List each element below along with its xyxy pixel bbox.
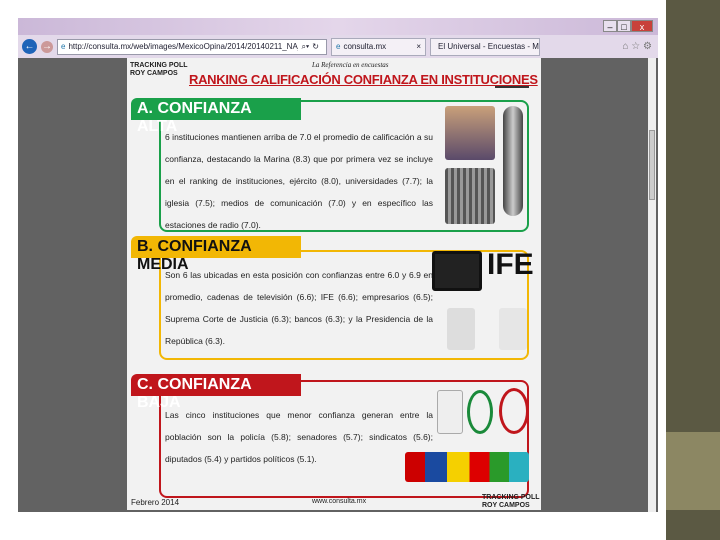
tab-label: consulta.mx — [343, 42, 387, 51]
tab-label: El Universal - Encuestas - México — [438, 42, 539, 51]
refresh-icon[interactable]: ↻ — [312, 42, 319, 51]
ie-icon: e — [61, 42, 66, 51]
home-star-gear-icons[interactable]: ⌂ ☆ ⚙ — [622, 41, 652, 52]
close-tab-icon[interactable]: × — [416, 42, 421, 51]
brand-logo: TRACKING POLL ROY CAMPOS — [130, 62, 188, 77]
footer-brand-logo: TRACKING POLL ROY CAMPOS — [482, 494, 540, 509]
chamber-logo — [499, 388, 529, 434]
scrollbar[interactable] — [648, 58, 656, 512]
browser-window: – □ x ← → e http://consulta.mx/web/image… — [18, 18, 658, 512]
ife-logo: IFE — [487, 248, 534, 281]
scrollbar-thumb[interactable] — [649, 130, 655, 200]
section-c-label: C. CONFIANZA BAJA — [131, 374, 301, 411]
partner-logo — [495, 62, 529, 88]
maximize-button[interactable]: □ — [617, 20, 631, 32]
forward-icon[interactable]: → — [41, 40, 53, 53]
url-text: http://consulta.mx/web/images/MexicoOpin… — [68, 42, 298, 51]
close-button[interactable]: x — [631, 20, 653, 32]
section-a-text: 6 instituciones mantienen arriba de 7.0 … — [165, 132, 433, 230]
minimize-button[interactable]: – — [603, 20, 617, 32]
title-bar: – □ x — [18, 18, 658, 35]
footer-date: Febrero 2014 — [131, 498, 180, 507]
police-logo — [437, 390, 463, 434]
party-logos — [405, 452, 529, 482]
section-b-label: B. CONFIANZA MEDIA — [131, 236, 301, 273]
supreme-court-logo — [447, 308, 475, 350]
navigation-bar: ← → e http://consulta.mx/web/images/Mexi… — [18, 35, 658, 58]
tagline: La Referencia en encuestas — [312, 61, 389, 69]
footer-url: www.consulta.mx — [312, 498, 367, 505]
document-image: TRACKING POLL ROY CAMPOS La Referencia e… — [127, 58, 541, 510]
slide-side-accent — [666, 432, 720, 510]
church-photo — [445, 106, 495, 160]
search-icon[interactable]: ⌕▾ — [301, 42, 309, 52]
mexico-government-logo — [499, 308, 527, 350]
television-image — [432, 251, 482, 291]
section-b-text: Son 6 las ubicadas en esta posición con … — [165, 270, 433, 346]
senate-logo — [467, 390, 493, 434]
microphone-image — [503, 106, 523, 216]
tab-consulta[interactable]: e consulta.mx × — [331, 37, 426, 56]
address-bar[interactable]: e http://consulta.mx/web/images/MexicoOp… — [57, 38, 327, 55]
page-title: RANKING CALIFICACIÓN CONFIANZA EN INSTIT… — [189, 72, 538, 87]
page-content: TRACKING POLL ROY CAMPOS La Referencia e… — [18, 58, 658, 512]
section-c-text: Las cinco instituciones que menor confia… — [165, 410, 433, 464]
ie-icon: e — [336, 42, 341, 51]
military-photo — [445, 168, 495, 224]
back-icon[interactable]: ← — [22, 39, 37, 54]
section-a-label: A. CONFIANZA ALTA — [131, 98, 301, 135]
tab-el-universal[interactable]: El Universal - Encuestas - México — [430, 37, 540, 56]
